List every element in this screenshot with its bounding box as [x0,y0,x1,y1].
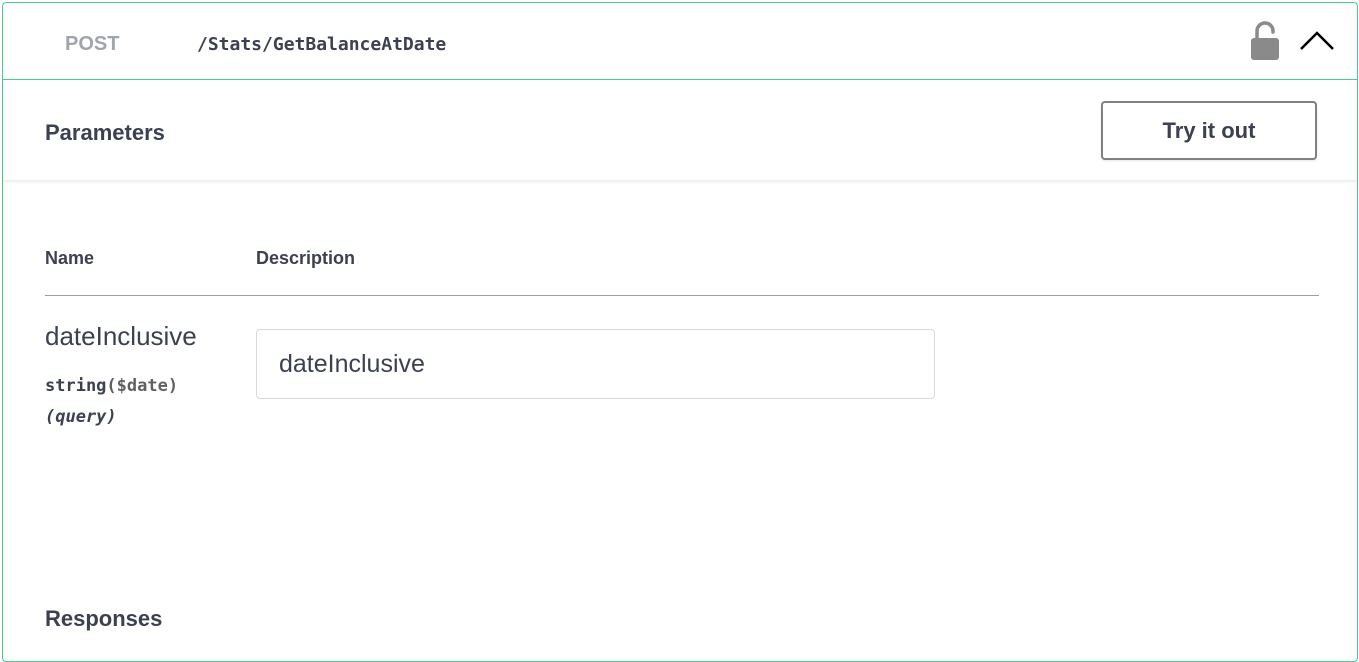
responses-title: Responses [45,606,163,631]
endpoint-path: /Stats/GetBalanceAtDate [197,34,447,55]
parameter-input-dateinclusive[interactable] [256,329,935,399]
parameter-location: (query) [45,407,117,427]
operation-summary[interactable]: POST /Stats/GetBalanceAtDate [3,3,1357,80]
collapse-button[interactable] [1297,23,1337,57]
operation-block: POST /Stats/GetBalanceAtDate Parameters … [2,2,1358,662]
table-header-divider [45,295,1319,296]
parameter-type-format: ($date) [106,376,179,396]
try-it-out-button[interactable]: Try it out [1101,101,1317,160]
http-method-badge: POST [65,33,120,55]
parameter-type: string($date) [45,376,178,396]
parameters-title: Parameters [45,120,165,145]
parameters-header: Parameters Try it out [3,80,1357,180]
parameter-name: dateInclusive [45,321,197,351]
authorization-button[interactable] [1248,20,1282,62]
column-header-name: Name [45,248,95,268]
column-header-description: Description [256,248,356,268]
chevron-up-icon [1300,31,1334,50]
parameter-type-name: string [45,376,107,396]
unlocked-padlock-icon [1251,21,1279,60]
